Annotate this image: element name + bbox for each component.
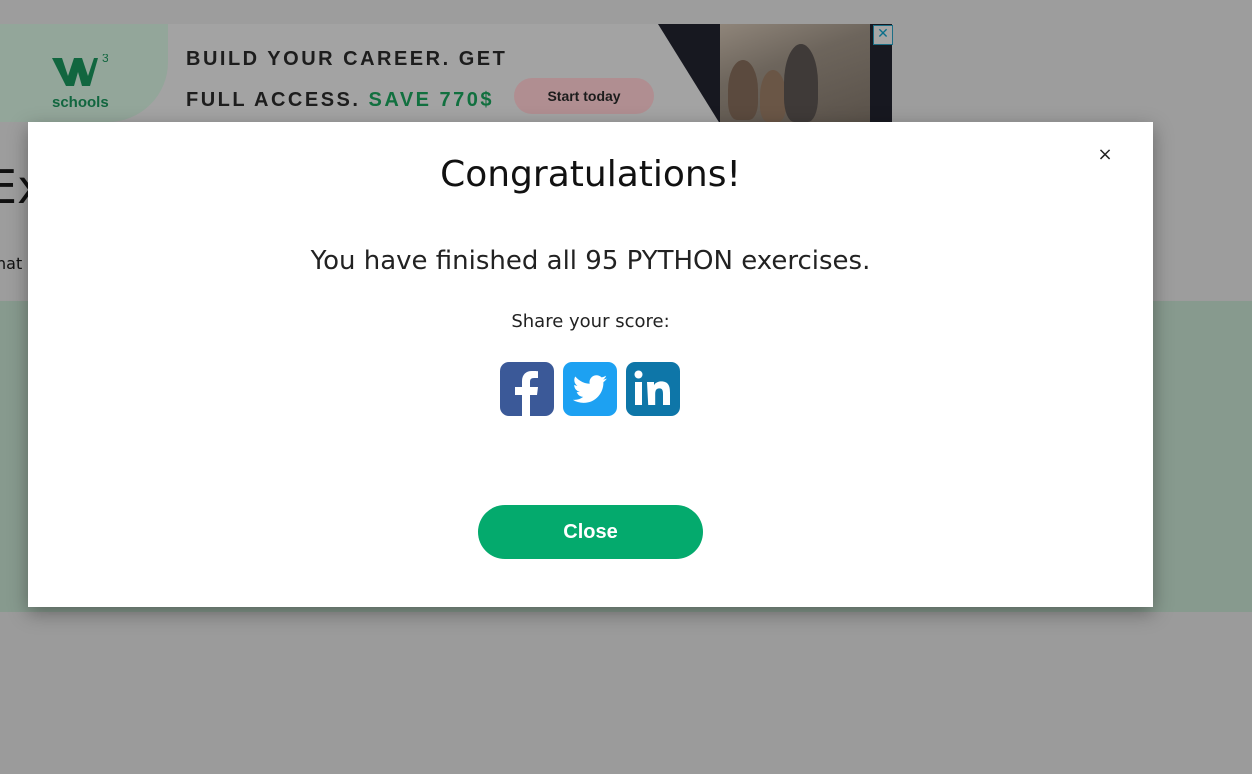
- w3schools-logo-icon: 3: [52, 54, 108, 86]
- facebook-icon: [515, 371, 538, 416]
- ad-logo-text: schools: [52, 94, 109, 111]
- ad-close-icon[interactable]: ✕: [873, 25, 893, 45]
- ad-headline-line1: BUILD YOUR CAREER. GET: [186, 48, 508, 70]
- linkedin-share-button[interactable]: [626, 362, 680, 416]
- ad-logo-superscript: 3: [102, 54, 108, 65]
- linkedin-icon: [634, 370, 670, 405]
- ad-headline-line2: FULL ACCESS. SAVE 770$: [186, 89, 494, 112]
- ad-headline-highlight: SAVE 770$: [368, 89, 495, 111]
- page-subtext: hat: [0, 254, 23, 273]
- share-label: Share your score:: [511, 311, 670, 332]
- modal-message: You have finished all 95 PYTHON exercise…: [310, 246, 871, 276]
- ad-photo-person: [728, 60, 758, 120]
- facebook-share-button[interactable]: [500, 362, 554, 416]
- page-lower-area: [0, 612, 1252, 774]
- ad-photo: [720, 24, 870, 122]
- share-buttons: [500, 362, 682, 416]
- page: Ex hat 3 schools BUILD YOUR CAREER. GET …: [0, 0, 1252, 774]
- ad-start-today-button[interactable]: Start today: [514, 78, 654, 114]
- modal-title: Congratulations!: [440, 154, 741, 195]
- ad-photo-person: [784, 44, 818, 122]
- twitter-icon: [572, 375, 607, 403]
- twitter-share-button[interactable]: [563, 362, 617, 416]
- close-button[interactable]: Close: [478, 505, 703, 559]
- ad-headline-prefix: FULL ACCESS.: [186, 89, 361, 111]
- ad-photo-person: [760, 70, 786, 122]
- congratulations-modal: × Congratulations! You have finished all…: [28, 122, 1153, 607]
- ad-banner[interactable]: 3 schools BUILD YOUR CAREER. GET FULL AC…: [0, 24, 892, 122]
